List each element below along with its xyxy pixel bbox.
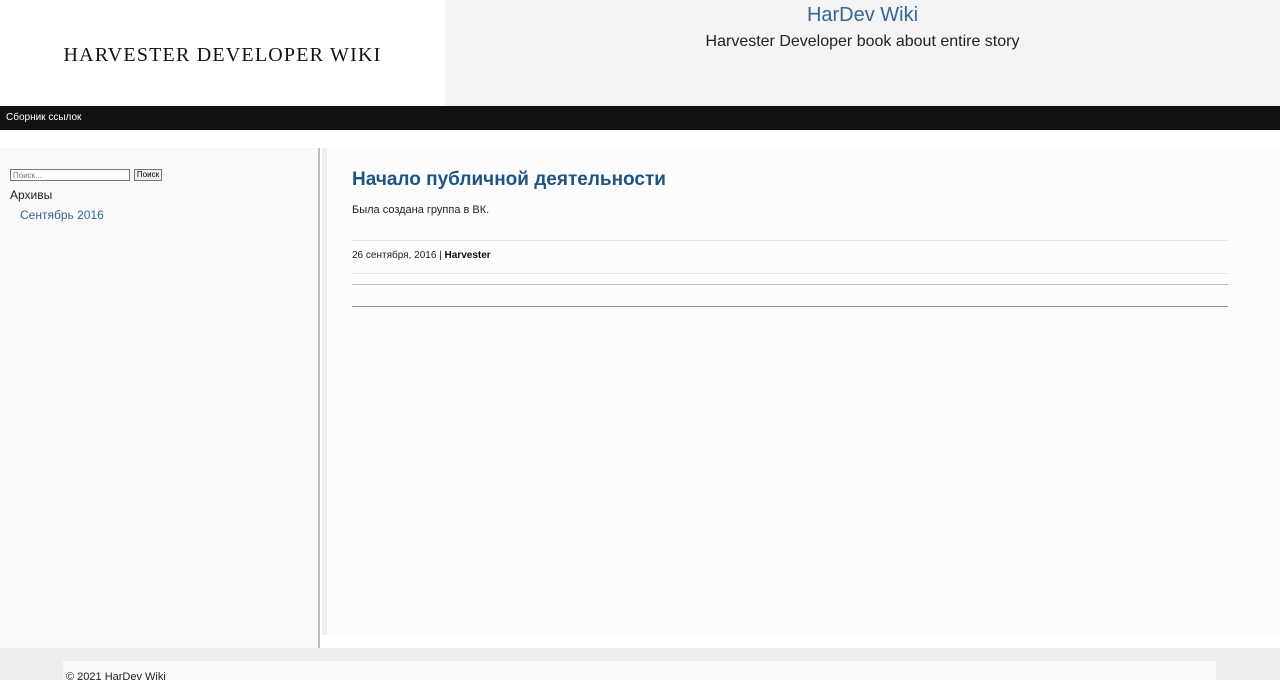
site-logo[interactable]: HARVESTER DEVELOPER WIKI [0, 0, 445, 106]
nav-item-links-collection[interactable]: Сборник ссылок [6, 112, 81, 123]
content-separator-line [352, 306, 1228, 307]
site-description: Harvester Developer book about entire st… [705, 33, 1020, 50]
search-input[interactable] [10, 169, 130, 181]
post-author[interactable]: Harvester [445, 250, 491, 261]
post-meta: 26 сентября, 2016 | Harvester [352, 250, 491, 261]
meta-separator: | [436, 250, 445, 261]
post-separator-line [352, 284, 1228, 285]
sidebar: Поиск Архивы Сентябрь 2016 [0, 148, 320, 648]
post-date[interactable]: 26 сентября, 2016 [352, 250, 436, 261]
main-navigation: Сборник ссылок [0, 106, 1280, 130]
post-divider-top [352, 240, 1228, 241]
search-button[interactable]: Поиск [134, 169, 162, 181]
site-title-link[interactable]: HarDev Wiki [445, 4, 1280, 27]
main-content: Начало публичной деятельности Была созда… [327, 148, 1280, 635]
post-title[interactable]: Начало публичной деятельности [352, 169, 666, 191]
archive-link-september-2016[interactable]: Сентябрь 2016 [20, 208, 104, 222]
post-body: Была создана группа в ВК. [352, 204, 490, 216]
post-divider-bottom [352, 273, 1228, 274]
footer-copyright: © 2021 HarDev Wiki [66, 671, 166, 680]
site-footer: © 2021 HarDev Wiki [0, 648, 1280, 680]
logo-text: HARVESTER DEVELOPER WIKI [63, 43, 382, 66]
archives-heading: Архивы [10, 188, 53, 202]
site-header: HARVESTER DEVELOPER WIKI HarDev Wiki Har… [0, 0, 1280, 106]
footer-inner: © 2021 HarDev Wiki [63, 661, 1216, 680]
